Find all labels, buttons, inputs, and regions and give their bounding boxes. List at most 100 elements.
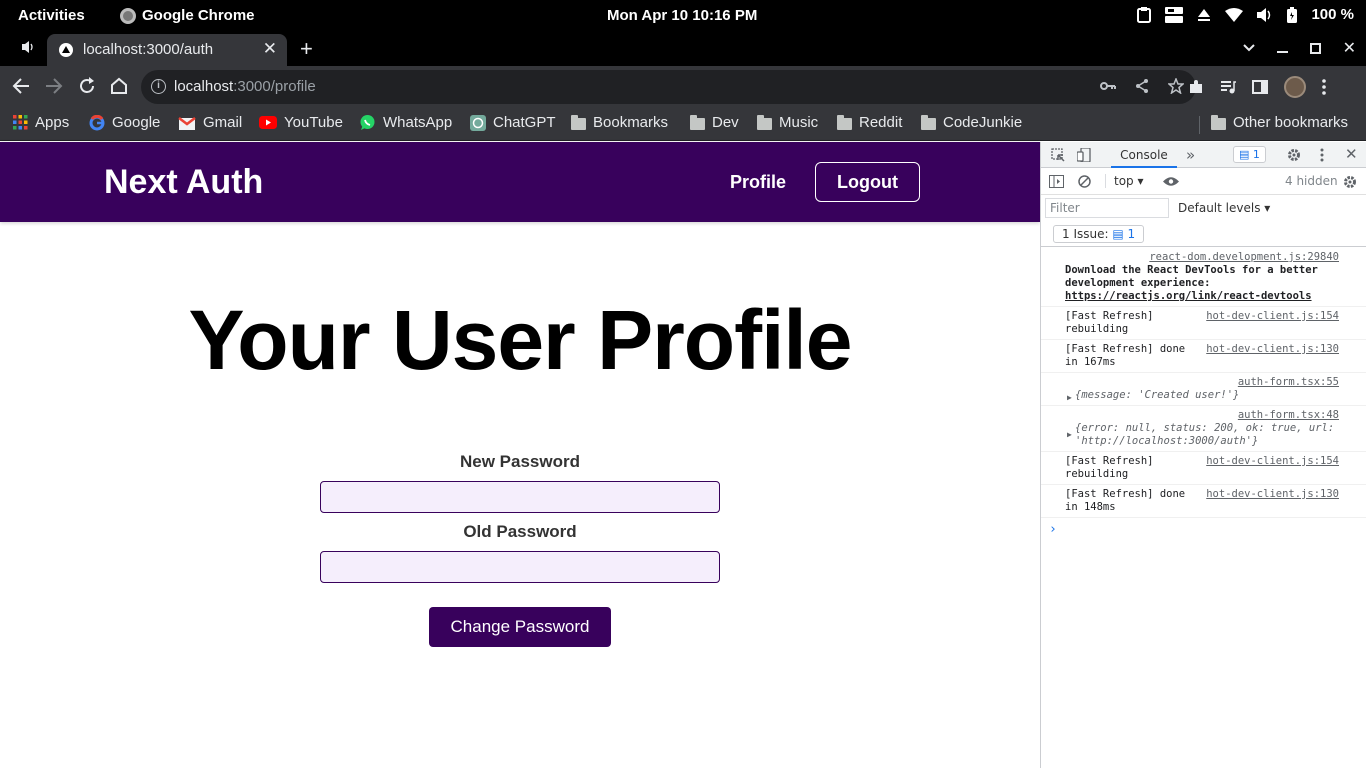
side-panel-icon[interactable] — [1252, 79, 1268, 95]
live-expression-eye-icon[interactable] — [1163, 176, 1179, 187]
browser-tab[interactable]: localhost:3000/auth ✕ — [47, 34, 287, 66]
console-message: auth-form.tsx:48 ▶ {error: null, status:… — [1041, 406, 1366, 452]
old-password-label: Old Password — [463, 522, 577, 541]
console-settings-gear-icon[interactable] — [1343, 175, 1357, 189]
console-filter-bar: Filter Default levels ▾ — [1041, 195, 1366, 223]
url-text[interactable]: localhost:3000/profile — [174, 78, 316, 95]
bookmark-label: Music — [779, 114, 819, 131]
log-url-link[interactable]: https://reactjs.org/link/react-devtools — [1065, 290, 1312, 302]
nav-profile-link[interactable]: Profile — [730, 172, 786, 193]
bookmark-other-bookmarks[interactable]: Other bookmarks — [1211, 114, 1348, 131]
address-bar[interactable]: i localhost:3000/profile — [141, 70, 1196, 104]
change-password-button[interactable]: Change Password — [429, 607, 611, 647]
close-devtools-icon[interactable]: ✕ — [1345, 145, 1358, 163]
extensions-icon[interactable] — [1188, 79, 1204, 95]
bookmark-youtube[interactable]: YouTube — [259, 114, 343, 131]
home-icon[interactable] — [110, 77, 128, 95]
log-levels-dropdown[interactable]: Default levels ▾ — [1178, 201, 1270, 215]
web-page: Next Auth Profile Logout Your User Profi… — [0, 142, 1040, 768]
customize-menu-icon[interactable] — [1320, 148, 1324, 162]
bookmark-folder-music[interactable]: Music — [757, 114, 818, 131]
bookmark-folder-codejunkie[interactable]: CodeJunkie — [921, 114, 1022, 131]
sidebar-toggle-icon[interactable] — [1049, 175, 1064, 188]
log-source-link[interactable]: hot-dev-client.js:130 — [1206, 488, 1339, 501]
close-window-icon[interactable]: ✕ — [1343, 38, 1356, 58]
log-object[interactable]: {message: 'Created user!'} — [1065, 389, 1239, 401]
media-queue-icon[interactable] — [1220, 79, 1236, 95]
log-source-link[interactable]: react-dom.development.js:29840 — [1065, 251, 1339, 264]
apps-grid-icon — [13, 115, 28, 130]
log-source-link[interactable]: auth-form.tsx:55 — [1065, 376, 1339, 389]
chrome-menu-icon[interactable] — [1322, 79, 1326, 95]
app-menu[interactable]: Google Chrome — [120, 7, 255, 24]
more-tabs-icon[interactable]: » — [1186, 146, 1195, 164]
bookmark-label: Reddit — [859, 114, 903, 131]
tab-audio-icon[interactable] — [22, 41, 36, 53]
console-message: hot-dev-client.js:130 [Fast Refresh] don… — [1041, 340, 1366, 373]
maximize-icon[interactable] — [1309, 42, 1321, 54]
console-prompt[interactable]: › — [1041, 518, 1366, 540]
log-source-link[interactable]: hot-dev-client.js:154 — [1206, 455, 1339, 468]
forward-icon[interactable] — [45, 77, 63, 95]
issues-badge[interactable]: ▤ 1 — [1233, 146, 1266, 163]
issues-button[interactable]: 1 Issue: ▤ 1 — [1053, 225, 1145, 243]
old-password-input[interactable] — [320, 551, 720, 583]
log-object[interactable]: {error: null, status: 200, ok: true, url… — [1065, 422, 1339, 448]
battery-percent: 100 % — [1311, 6, 1354, 23]
eject-icon[interactable] — [1197, 8, 1211, 22]
bookmark-apps[interactable]: Apps — [13, 114, 69, 131]
site-info-icon[interactable]: i — [151, 79, 166, 94]
bookmarks-divider — [1199, 116, 1200, 134]
tab-search-icon[interactable] — [1242, 44, 1255, 52]
tab-title: localhost:3000/auth — [83, 41, 214, 58]
bookmark-label: CodeJunkie — [943, 114, 1023, 131]
log-text: [Fast Refresh] done in 148ms — [1065, 488, 1186, 513]
bookmark-chatgpt[interactable]: ChatGPT — [470, 114, 556, 131]
log-source-link[interactable]: hot-dev-client.js:130 — [1206, 343, 1339, 356]
minimize-icon[interactable] — [1276, 51, 1288, 53]
bookmark-google[interactable]: Google — [89, 114, 160, 131]
issues-bar: 1 Issue: ▤ 1 — [1041, 223, 1366, 247]
log-source-link[interactable]: auth-form.tsx:48 — [1065, 409, 1339, 422]
clipboard-icon[interactable] — [1137, 6, 1152, 23]
logout-button[interactable]: Logout — [815, 162, 920, 202]
nextjs-favicon-icon — [59, 43, 73, 57]
bookmark-gmail[interactable]: Gmail — [178, 114, 242, 131]
log-text: [Fast Refresh] rebuilding — [1065, 310, 1154, 335]
system-tray[interactable]: 100 % — [1137, 6, 1354, 23]
bookmark-folder-bookmarks[interactable]: Bookmarks — [571, 114, 668, 131]
bookmark-folder-reddit[interactable]: Reddit — [837, 114, 902, 131]
share-icon[interactable] — [1134, 78, 1150, 94]
new-password-input[interactable] — [320, 481, 720, 513]
whatsapp-icon — [360, 115, 375, 130]
key-icon[interactable] — [1100, 78, 1116, 94]
tab-close-icon[interactable]: ✕ — [263, 39, 277, 59]
console-filter-input[interactable]: Filter — [1045, 198, 1169, 218]
device-toolbar-icon[interactable] — [1077, 148, 1091, 162]
back-icon[interactable] — [12, 77, 30, 95]
chrome-icon — [120, 7, 136, 24]
context-selector[interactable]: top ▾ — [1105, 174, 1144, 188]
expand-triangle-icon[interactable]: ▶ — [1067, 428, 1072, 441]
bookmark-star-icon[interactable] — [1168, 78, 1184, 94]
console-toolbar: top ▾ 4 hidden — [1041, 169, 1366, 195]
tab-console[interactable]: Console — [1111, 142, 1177, 168]
settings-gear-icon[interactable] — [1287, 148, 1301, 162]
inspect-element-icon[interactable] — [1051, 148, 1065, 162]
profile-avatar[interactable] — [1284, 76, 1306, 98]
log-source-link[interactable]: hot-dev-client.js:154 — [1206, 310, 1339, 323]
clear-console-icon[interactable] — [1078, 175, 1091, 188]
bookmark-label: Apps — [35, 114, 70, 131]
activities-button[interactable]: Activities — [18, 7, 85, 24]
reload-icon[interactable] — [78, 77, 96, 95]
clock[interactable]: Mon Apr 10 10:16 PM — [607, 7, 757, 24]
display-icon[interactable] — [1165, 6, 1184, 23]
site-header: Next Auth Profile Logout — [0, 142, 1040, 222]
google-icon — [89, 114, 105, 130]
app-menu-label: Google Chrome — [142, 7, 255, 24]
bookmark-whatsapp[interactable]: WhatsApp — [359, 114, 452, 131]
site-logo[interactable]: Next Auth — [104, 163, 263, 202]
expand-triangle-icon[interactable]: ▶ — [1067, 391, 1072, 404]
new-tab-icon[interactable]: + — [300, 36, 313, 62]
bookmark-folder-dev[interactable]: Dev — [690, 114, 739, 131]
